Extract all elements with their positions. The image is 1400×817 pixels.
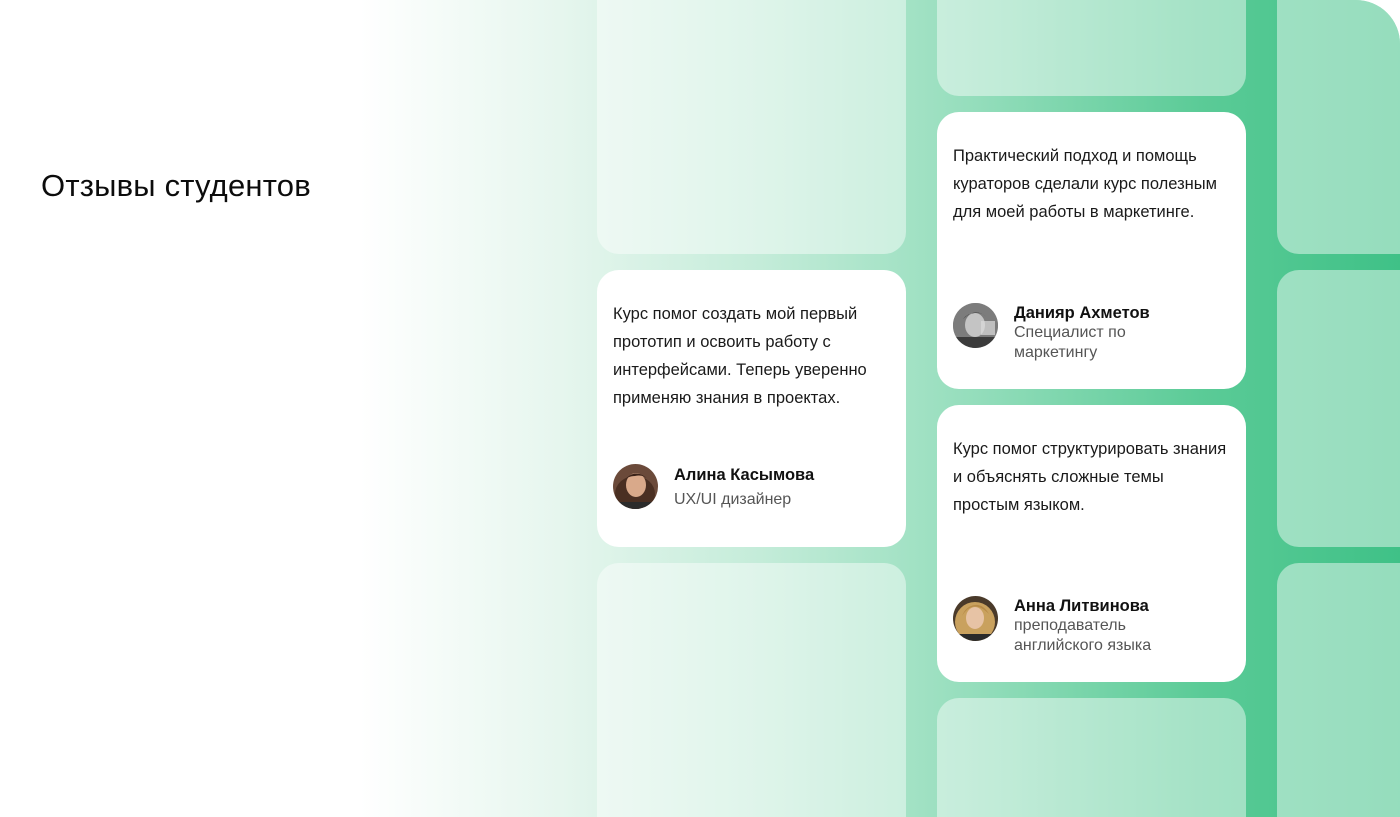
placeholder-card bbox=[597, 563, 906, 817]
author-role: UX/UI дизайнер bbox=[674, 491, 792, 508]
placeholder-card bbox=[1277, 563, 1400, 817]
testimonial-card: Курс помог создать мой первый прототип и… bbox=[597, 270, 906, 547]
testimonial-author: Анна Литвинова преподаватель английского… bbox=[953, 596, 1184, 656]
placeholder-card bbox=[1277, 270, 1400, 547]
testimonial-text: Курс помог создать мой первый прототип и… bbox=[613, 305, 867, 407]
author-role: преподаватель английского языка bbox=[1014, 617, 1152, 654]
testimonial-text: Практический подход и помощь кураторов с… bbox=[953, 147, 1217, 221]
avatar-icon bbox=[613, 464, 658, 509]
placeholder-card bbox=[1277, 0, 1400, 254]
testimonials-section: Отзывы студентов Курс помог создать мой … bbox=[0, 0, 1400, 817]
author-role: Специалист по маркетингу bbox=[1014, 324, 1126, 361]
avatar-icon bbox=[953, 303, 998, 348]
testimonial-card: Курс помог структурировать знания и объя… bbox=[937, 405, 1246, 682]
author-name: Данияр Ахметов bbox=[1014, 304, 1150, 322]
placeholder-card bbox=[937, 0, 1246, 96]
avatar-icon bbox=[953, 596, 998, 641]
placeholder-card bbox=[597, 0, 906, 254]
placeholder-card bbox=[937, 698, 1246, 817]
testimonial-card: Практический подход и помощь кураторов с… bbox=[937, 112, 1246, 389]
testimonial-author: Данияр Ахметов Специалист по маркетингу bbox=[953, 303, 1164, 363]
author-name: Анна Литвинова bbox=[1014, 597, 1149, 615]
author-name: Алина Касымова bbox=[674, 466, 815, 484]
section-title: Отзывы студентов bbox=[41, 168, 311, 203]
testimonial-text: Курс помог структурировать знания и объя… bbox=[953, 440, 1227, 514]
testimonial-author: Алина Касымова UX/UI дизайнер bbox=[613, 464, 814, 510]
